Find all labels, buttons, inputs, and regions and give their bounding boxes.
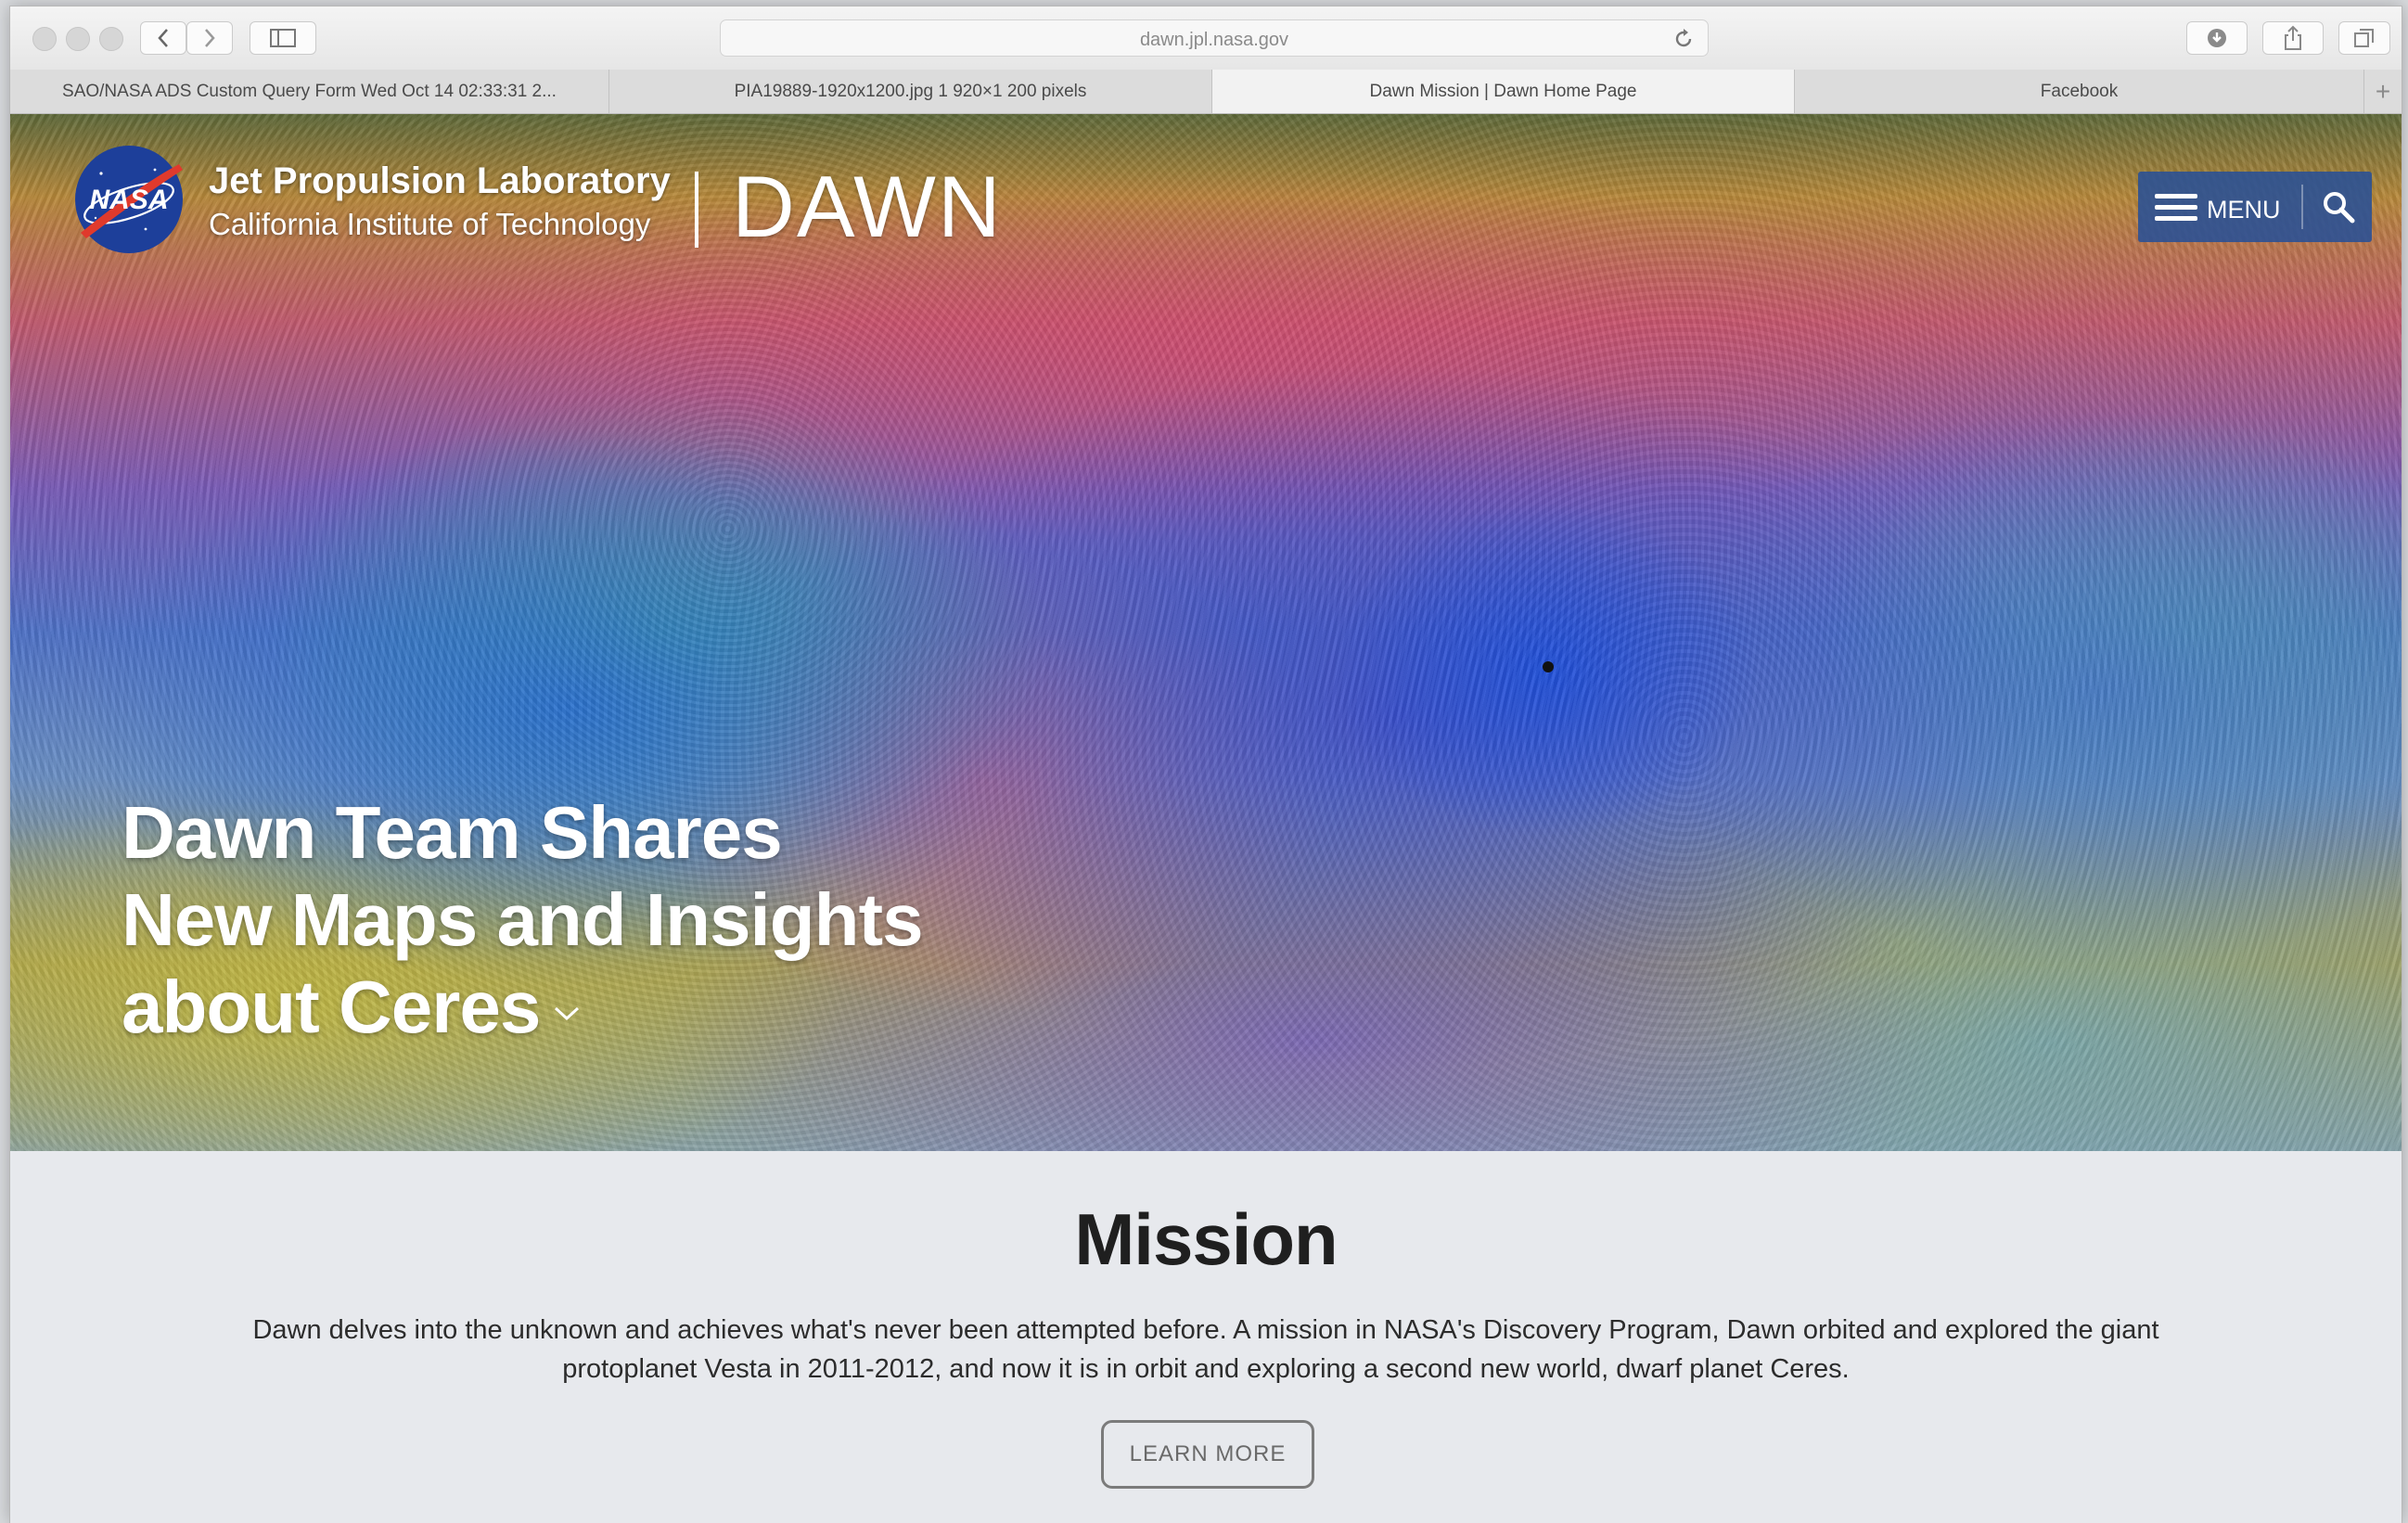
search-icon: [2324, 192, 2355, 224]
learn-more-button[interactable]: LEARN MORE: [1101, 1420, 1314, 1489]
share-icon: [2285, 25, 2301, 50]
browser-toolbar: dawn.jpl.nasa.gov: [10, 6, 2402, 70]
tabs-overview-icon: [2354, 29, 2374, 47]
sidebar-icon: [270, 29, 296, 47]
sidebar-button[interactable]: [250, 21, 316, 55]
chevron-down-icon[interactable]: [553, 1004, 581, 1022]
headline-line-3-text: about Ceres: [122, 966, 541, 1048]
browser-window: dawn.jpl.nasa.gov SAO/NASA ADS Custom Qu…: [9, 6, 2402, 1523]
mission-section: Mission Dawn delves into the unknown and…: [10, 1151, 2402, 1523]
tabs-overview-button[interactable]: [2338, 21, 2390, 55]
nasa-logo[interactable]: NASA: [73, 144, 185, 255]
tab-facebook[interactable]: Facebook: [1795, 70, 2364, 113]
menu-button[interactable]: MENU: [2138, 172, 2300, 242]
minimize-window-button[interactable]: [66, 27, 90, 51]
chevron-left-icon: [158, 29, 168, 47]
address-text: dawn.jpl.nasa.gov: [1139, 30, 1289, 50]
tab-bar: SAO/NASA ADS Custom Query Form Wed Oct 1…: [10, 70, 2402, 114]
address-bar[interactable]: dawn.jpl.nasa.gov: [720, 19, 1709, 57]
forward-button[interactable]: [186, 21, 233, 55]
logo-divider: [695, 172, 698, 248]
chevron-right-icon: [205, 29, 215, 47]
zoom-window-button[interactable]: [99, 27, 123, 51]
tab-dawn-home[interactable]: Dawn Mission | Dawn Home Page: [1212, 70, 1795, 113]
back-button[interactable]: [140, 21, 186, 55]
hero-banner: NASA Jet Propulsion Laboratory Californi…: [10, 114, 2402, 1151]
headline-line-2: New Maps and Insights: [122, 878, 924, 961]
mission-title: Mission: [1074, 1198, 1338, 1280]
lab-name[interactable]: Jet Propulsion Laboratory: [209, 160, 671, 202]
menu-label: MENU: [2207, 196, 2281, 224]
mission-description: Dawn delves into the unknown and achieve…: [252, 1315, 2159, 1384]
search-button[interactable]: [2303, 172, 2372, 242]
tab-ads-query[interactable]: SAO/NASA ADS Custom Query Form Wed Oct 1…: [10, 70, 609, 113]
tab-pia-image[interactable]: PIA19889-1920x1200.jpg 1 920×1 200 pixel…: [609, 70, 1212, 113]
downloads-button[interactable]: [2186, 21, 2248, 55]
reload-icon[interactable]: [1672, 28, 1695, 50]
close-window-button[interactable]: [32, 27, 57, 51]
download-icon: [2208, 29, 2226, 47]
crater-spot: [1543, 661, 1554, 672]
hero-headline[interactable]: Dawn Team Shares New Maps and Insights a…: [122, 789, 956, 1051]
headline-line-1: Dawn Team Shares: [122, 791, 783, 874]
new-tab-button[interactable]: +: [2364, 70, 2402, 113]
headline-line-3: about Ceres: [122, 964, 956, 1051]
share-button[interactable]: [2262, 21, 2324, 55]
dawn-site-title[interactable]: DAWN: [732, 157, 1003, 257]
svg-text:NASA: NASA: [89, 185, 168, 215]
institute-name[interactable]: California Institute of Technology: [209, 207, 650, 242]
nav-controls: MENU: [2138, 172, 2372, 242]
hamburger-icon: [2155, 194, 2197, 221]
